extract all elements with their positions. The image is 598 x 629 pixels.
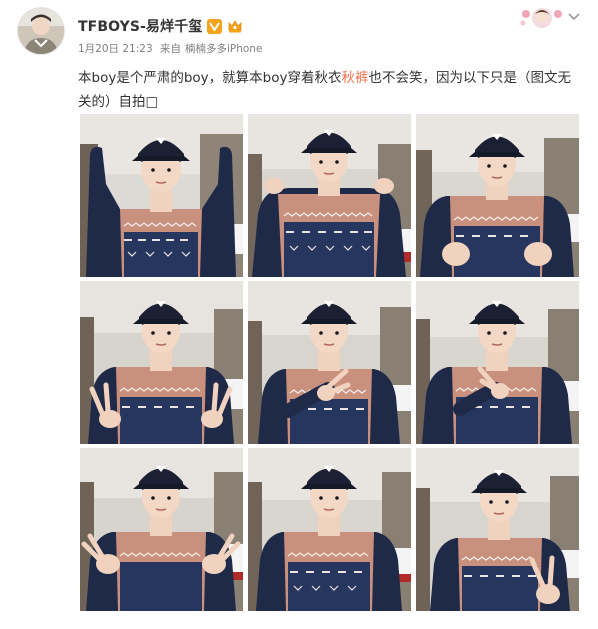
post-timestamp[interactable]: 1月20日 21:23 bbox=[78, 43, 153, 55]
photo-grid bbox=[80, 114, 579, 611]
post-text: 本boy是个严肃的boy，就算本boy穿着秋衣秋裤也不会笑，因为以下只是（图文无… bbox=[78, 66, 580, 114]
profile-thumbnail-icon[interactable] bbox=[517, 5, 567, 33]
author-row: TFBOYS-易烊千玺 bbox=[78, 16, 243, 36]
photo-thumbnail[interactable] bbox=[248, 281, 411, 444]
photo-thumbnail[interactable] bbox=[248, 114, 411, 277]
emoji-icon: □ bbox=[145, 94, 159, 110]
user-avatar-icon bbox=[18, 8, 64, 54]
source-prefix: 来自 bbox=[159, 43, 181, 55]
photo-thumbnail[interactable] bbox=[416, 281, 579, 444]
photo-thumbnail[interactable] bbox=[416, 114, 579, 277]
post-text-part1: 本boy是个严肃的boy，就算本boy穿着秋衣 bbox=[78, 70, 342, 86]
photo-thumbnail[interactable] bbox=[248, 448, 411, 611]
verified-v-icon[interactable] bbox=[207, 18, 223, 34]
photo-thumbnail[interactable] bbox=[80, 281, 243, 444]
crown-member-icon[interactable] bbox=[227, 18, 243, 34]
author-name[interactable]: TFBOYS-易烊千玺 bbox=[78, 16, 202, 36]
photo-thumbnail[interactable] bbox=[80, 114, 243, 277]
photo-thumbnail[interactable] bbox=[416, 448, 579, 611]
post-meta: 1月20日 21:23 来自 楠楠多多iPhone bbox=[78, 41, 262, 56]
author-avatar[interactable] bbox=[18, 8, 64, 54]
hashtag-link[interactable]: 秋裤 bbox=[341, 70, 368, 86]
chevron-down-icon[interactable] bbox=[567, 12, 581, 22]
photo-thumbnail[interactable] bbox=[80, 448, 243, 611]
post-source: 楠楠多多iPhone bbox=[184, 43, 263, 55]
